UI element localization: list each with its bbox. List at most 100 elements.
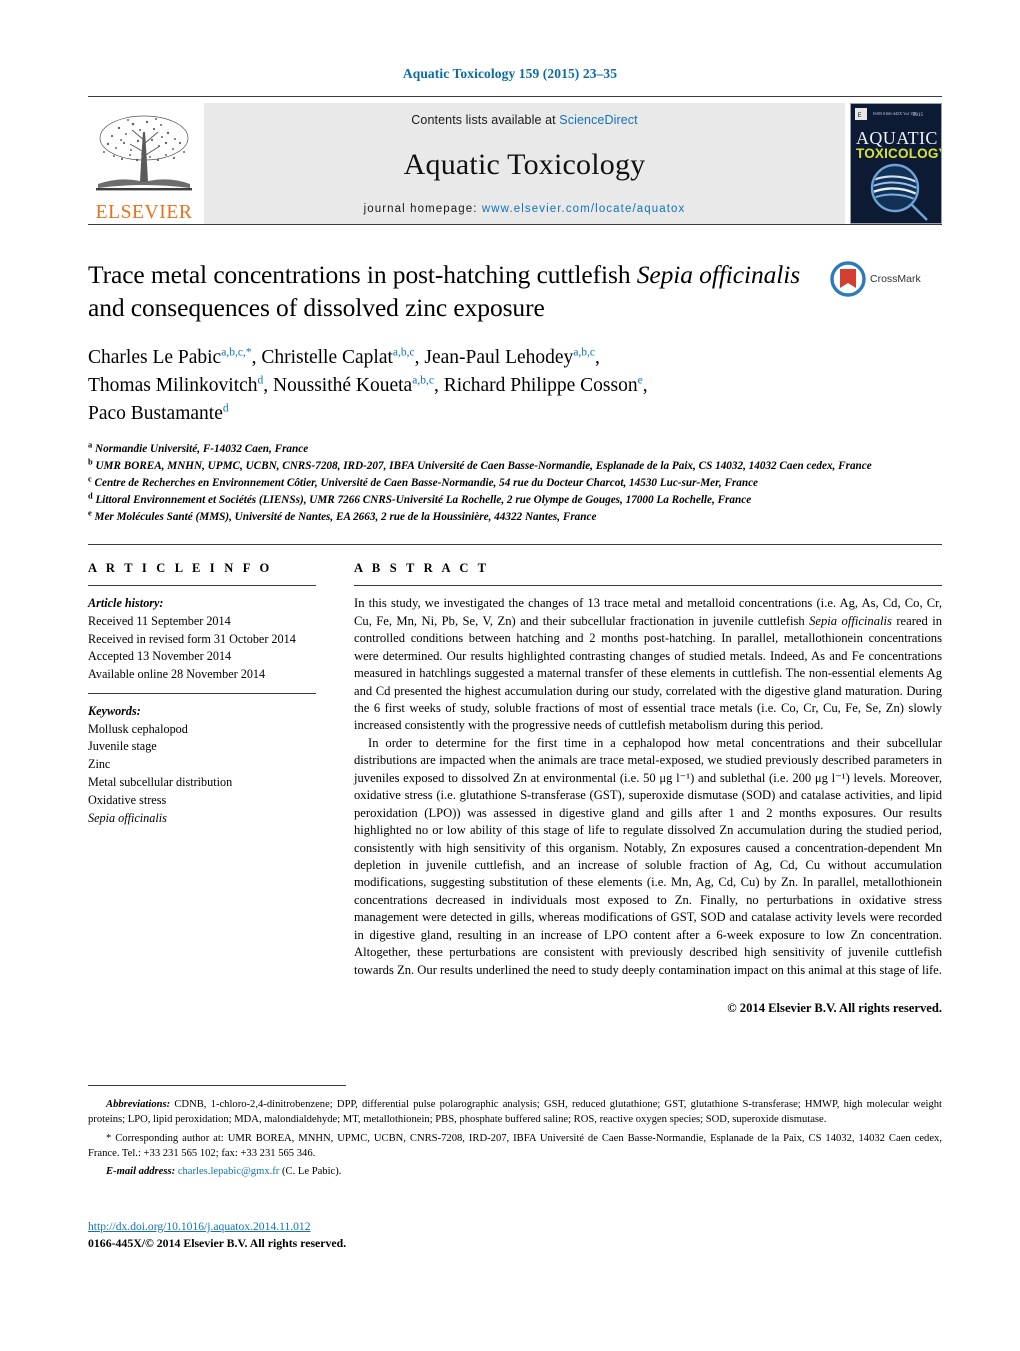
author-sep: , [251, 347, 262, 369]
journal-article-page: Aquatic Toxicology 159 (2015) 23–35 ELSE… [0, 0, 1020, 1351]
svg-text:TOXICOLOGY: TOXICOLOGY [856, 146, 941, 161]
affiliation-marker: c [88, 474, 92, 484]
title-species-italic: Sepia officinalis [636, 260, 801, 289]
corresponding-author-note: * Corresponding author at: UMR BOREA, MN… [88, 1131, 942, 1162]
author-name: Paco Bustamante [88, 402, 223, 424]
author-name: Christelle Caplat [261, 347, 393, 369]
abstract-paragraph-1: In this study, we investigated the chang… [354, 595, 942, 735]
email-label: E-mail address: [106, 1166, 176, 1177]
keyword-item[interactable]: Zinc [88, 756, 316, 774]
affiliation-marker: d [88, 491, 93, 501]
author-affil-marks: a,b,c [573, 346, 596, 359]
author-sep: , [414, 347, 425, 369]
abbreviations-text: CDNB, 1-chloro-2,4-dinitrobenzene; DPP, … [88, 1099, 942, 1126]
affiliation-item: d Littoral Environnement et Sociétés (LI… [88, 492, 942, 509]
author-affil-marks: a,b,c [392, 346, 415, 359]
affiliation-item: e Mer Molécules Santé (MMS), Université … [88, 509, 942, 526]
article-info-rule [88, 585, 316, 587]
article-history-item: Received in revised form 31 October 2014 [88, 631, 296, 646]
author-entry[interactable]: Paco Bustamanted [88, 402, 229, 424]
abstract-species-italic: Sepia officinalis [809, 613, 892, 628]
affiliation-marker: a [88, 440, 93, 450]
author-entry[interactable]: Christelle Caplata,b,c [261, 347, 414, 368]
abstract-paragraph-2: In order to determine for the first time… [354, 735, 942, 977]
running-head: Aquatic Toxicology 159 (2015) 23–35 [402, 66, 618, 81]
elsevier-wordmark: ELSEVIER [95, 201, 193, 223]
elsevier-logo: ELSEVIER [88, 103, 200, 224]
affiliation-item: c Centre de Recherches en Environnement … [88, 475, 942, 492]
author-entry[interactable]: Charles Le Pabica,b,c,* [88, 347, 252, 368]
article-history-label: Article history: [88, 596, 164, 611]
keyword-item[interactable]: Juvenile stage [88, 738, 316, 756]
author-sep: , [642, 374, 648, 396]
article-history-item: Accepted 13 November 2014 [88, 649, 232, 664]
crossmark-badge[interactable]: CrossMark [830, 261, 942, 297]
abstract-p1-part2: reared in controlled conditions between … [354, 613, 942, 733]
journal-cover-thumbnail[interactable]: E ISSN 0166-445X Vol 159 2015 AQUATIC TO… [850, 103, 942, 224]
author-entry[interactable]: Jean-Paul Lehodeya,b,c [424, 347, 595, 368]
abstract-copyright: © 2014 Elsevier B.V. All rights reserved… [727, 1001, 942, 1016]
crossmark-icon [830, 261, 866, 297]
keyword-item[interactable]: Oxidative stress [88, 792, 316, 810]
author-entry[interactable]: Thomas Milinkovitchd [88, 375, 263, 396]
abbreviations-label: Abbreviations: [106, 1099, 171, 1110]
crossmark-label: CrossMark [870, 273, 921, 285]
affiliation-text: Centre de Recherches en Environnement Cô… [94, 477, 759, 490]
page-title: Trace metal concentrations in post-hatch… [88, 259, 942, 324]
affiliation-text: Littoral Environnement et Sociétés (LIEN… [95, 494, 752, 507]
title-text-part1: Trace metal concentrations in post-hatch… [88, 260, 637, 289]
elsevier-tree-icon [96, 115, 192, 190]
email-link[interactable]: charles.lepabic@gmx.fr [178, 1166, 280, 1177]
keyword-item[interactable]: Sepia officinalis [88, 810, 316, 828]
sciencedirect-link[interactable]: ScienceDirect [559, 113, 637, 127]
keywords-block: Keywords: Mollusk cephalopod Juvenile st… [88, 703, 316, 828]
affiliation-marker: e [88, 508, 92, 518]
homepage-prefix: journal homepage: [363, 203, 482, 215]
author-sep: , [263, 374, 274, 396]
doi-link[interactable]: http://dx.doi.org/10.1016/j.aquatox.2014… [88, 1218, 346, 1235]
svg-text:2015: 2015 [913, 113, 924, 118]
affiliation-list: a Normandie Université, F-14032 Caen, Fr… [88, 441, 942, 526]
author-name: Noussithé Koueta [273, 374, 413, 396]
author-entry[interactable]: Noussithé Kouetaa,b,c [273, 375, 434, 396]
affiliation-item: b UMR BOREA, MNHN, UPMC, UCBN, CNRS-7208… [88, 458, 942, 475]
journal-masthead: ELSEVIER Contents lists available at Sci… [88, 96, 942, 224]
author-affil-marks: a,b,c [412, 374, 434, 387]
author-list: Charles Le Pabica,b,c,*, Christelle Capl… [88, 344, 942, 427]
keywords-rule [88, 692, 316, 694]
affiliation-text: Normandie Université, F-14032 Caen, Fran… [94, 443, 309, 456]
keyword-item[interactable]: Mollusk cephalopod [88, 721, 316, 739]
issn-copyright-line: 0166-445X/© 2014 Elsevier B.V. All right… [88, 1236, 347, 1251]
author-affil-marks: d [222, 402, 229, 415]
journal-homepage-line: journal homepage: www.elsevier.com/locat… [204, 203, 845, 215]
homepage-url-link[interactable]: www.elsevier.com/locate/aquatox [482, 203, 686, 215]
journal-band: Contents lists available at ScienceDirec… [204, 103, 845, 224]
author-entry[interactable]: Richard Philippe Cossone [444, 375, 643, 396]
article-history-item: Received 11 September 2014 [88, 614, 231, 629]
title-block: CrossMark Trace metal concentrations in … [88, 259, 942, 526]
email-note: E-mail address: charles.lepabic@gmx.fr (… [88, 1164, 942, 1179]
article-info-heading: A R T I C L E I N F O [88, 561, 273, 576]
footnote-rule [88, 1085, 346, 1086]
keywords-label: Keywords: [88, 703, 141, 718]
keyword-item[interactable]: Metal subcellular distribution [88, 774, 316, 792]
title-text-part2: and consequences of dissolved zinc expos… [88, 292, 545, 322]
affiliation-item: a Normandie Université, F-14032 Caen, Fr… [88, 441, 942, 458]
journal-title: Aquatic Toxicology [403, 148, 646, 181]
masthead-bottom-rule [88, 224, 942, 225]
email-suffix: (C. Le Pabic). [279, 1166, 342, 1177]
abstract-rule [354, 585, 942, 587]
svg-text:AQUATIC: AQUATIC [856, 128, 938, 148]
author-name: Thomas Milinkovitch [88, 374, 258, 396]
author-name: Richard Philippe Cosson [443, 374, 638, 396]
contents-available-line: Contents lists available at ScienceDirec… [204, 113, 845, 127]
footer-block: http://dx.doi.org/10.1016/j.aquatox.2014… [88, 1218, 346, 1253]
corresponding-text: Corresponding author at: UMR BOREA, MNHN… [88, 1132, 942, 1159]
svg-text:ISSN 0166-445X Vol 159: ISSN 0166-445X Vol 159 [873, 111, 916, 116]
author-sep: , [433, 374, 444, 396]
author-affil-marks: a,b,c, [221, 346, 246, 359]
article-info-column: A R T I C L E I N F O Article history: R… [88, 561, 316, 1016]
info-abstract-columns: A R T I C L E I N F O Article history: R… [88, 544, 942, 1016]
article-history-item: Available online 28 November 2014 [88, 667, 266, 682]
